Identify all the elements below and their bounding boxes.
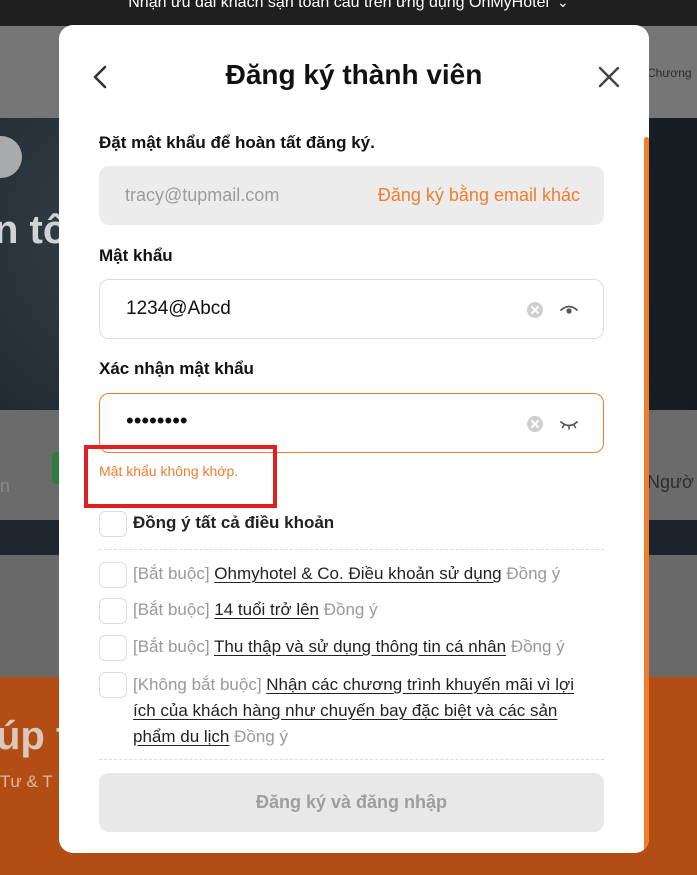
term-link[interactable]: Ohmyhotel & Co. Điều khoản sử dụng <box>214 564 501 583</box>
background-decoration <box>0 136 22 178</box>
term-link[interactable]: 14 tuổi trở lên <box>214 600 319 619</box>
term-checkbox[interactable] <box>99 598 127 624</box>
background-decoration <box>0 520 60 558</box>
agree-all-label[interactable]: Đồng ý tất cả điều khoản <box>133 513 334 533</box>
modal-scrollbar[interactable] <box>644 137 649 853</box>
term-agree-text: Đồng ý <box>323 600 378 619</box>
term-item: [Bắt buộc] Thu thập và sử dụng thông tin… <box>133 634 593 660</box>
password-value: 1234@Abcd <box>126 298 231 319</box>
signup-modal: Đăng ký thành viên Đặt mật khẩu để hoàn … <box>59 25 649 853</box>
term-tag: [Không bắt buộc] <box>133 675 262 694</box>
chevron-down-icon: ⌄ <box>557 0 569 10</box>
term-item: [Bắt buộc] Ohmyhotel & Co. Điều khoản sử… <box>133 561 593 587</box>
term-item: [Không bắt buộc] Nhận các chương trình k… <box>133 672 593 750</box>
term-agree-text: Đồng ý <box>506 564 561 583</box>
term-checkbox[interactable] <box>99 672 127 698</box>
modal-title: Đăng ký thành viên <box>225 59 483 90</box>
term-agree-text: Đồng ý <box>234 727 288 746</box>
password-label: Mật khẩu <box>99 246 173 265</box>
confirm-password-label: Xác nhận mật khẩu <box>99 359 254 378</box>
password-input[interactable]: 1234@Abcd <box>99 279 604 339</box>
clear-icon[interactable] <box>527 302 543 318</box>
close-button[interactable] <box>597 65 621 89</box>
term-tag: [Bắt buộc] <box>133 564 210 583</box>
background-strip-text: Ngườ <box>647 472 694 492</box>
term-agree-text: Đồng ý <box>510 637 565 656</box>
instruction-text: Đặt mật khẩu để hoàn tất đăng ký. <box>99 133 375 152</box>
eye-closed-icon[interactable] <box>559 416 579 432</box>
background-decoration <box>645 520 697 558</box>
promo-banner-text: Nhận ưu đãi khách sạn toàn cầu trên ứng … <box>128 0 550 11</box>
background-promo-subtitle: Tư & T <box>0 772 53 791</box>
agree-all-checkbox[interactable] <box>99 511 127 537</box>
background-nav-text: Chương <box>647 66 692 80</box>
background-strip-text: n <box>0 476 11 496</box>
term-item: [Bắt buộc] 14 tuổi trở lên Đồng ý <box>133 597 593 623</box>
term-tag: [Bắt buộc] <box>133 637 210 656</box>
close-icon <box>598 66 620 88</box>
confirm-password-input[interactable]: •••••••• <box>99 393 604 453</box>
use-other-email-link[interactable]: Đăng ký bằng email khác <box>378 185 580 206</box>
error-highlight-box <box>84 445 277 508</box>
divider <box>99 549 604 550</box>
clear-icon[interactable] <box>527 416 543 432</box>
term-checkbox[interactable] <box>99 562 127 588</box>
divider <box>99 759 604 760</box>
email-value: tracy@tupmail.com <box>125 185 280 205</box>
eye-open-icon[interactable] <box>559 302 579 318</box>
signup-login-button[interactable]: Đăng ký và đăng nhập <box>99 773 604 832</box>
confirm-password-value: •••••••• <box>126 408 188 433</box>
term-checkbox[interactable] <box>99 635 127 661</box>
term-link[interactable]: Thu thập và sử dụng thông tin cá nhân <box>214 637 506 656</box>
email-field: tracy@tupmail.com Đăng ký bằng email khá… <box>99 166 604 225</box>
term-tag: [Bắt buộc] <box>133 600 210 619</box>
promo-banner[interactable]: Nhận ưu đãi khách sạn toàn cầu trên ứng … <box>0 0 697 26</box>
